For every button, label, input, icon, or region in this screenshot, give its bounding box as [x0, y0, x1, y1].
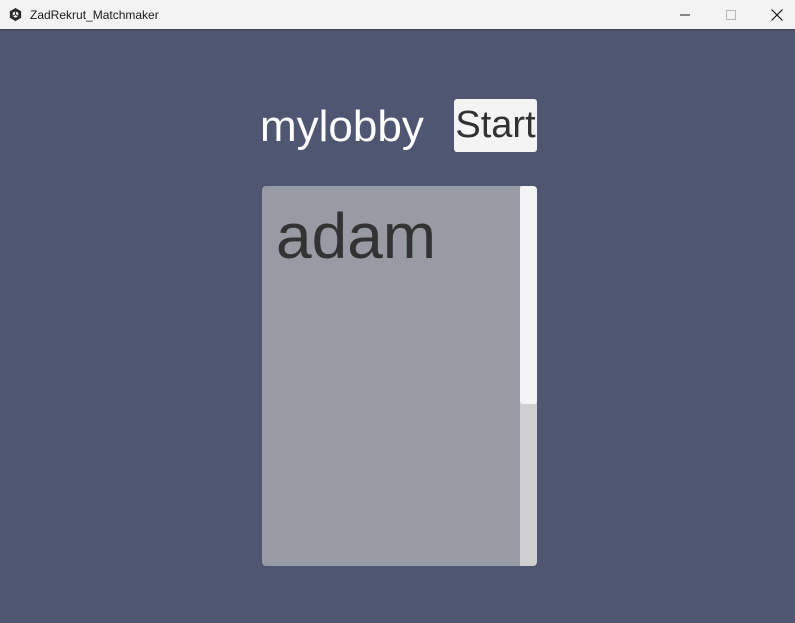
lobby-view: mylobby Start adam	[0, 30, 795, 623]
window-title: ZadRekrut_Matchmaker	[30, 8, 159, 22]
scrollbar-thumb[interactable]	[520, 186, 537, 404]
close-button[interactable]	[754, 0, 795, 29]
maximize-button[interactable]	[708, 0, 754, 29]
player-list[interactable]: adam	[262, 186, 537, 566]
vertical-scrollbar[interactable]	[520, 186, 537, 566]
app-window: ZadRekrut_Matchmaker mylobby Start adam	[0, 0, 795, 623]
minimize-button[interactable]	[662, 0, 708, 29]
lobby-name-label: mylobby	[260, 102, 424, 151]
start-button[interactable]: Start	[454, 99, 537, 152]
player-list-item: adam	[276, 200, 437, 272]
title-bar[interactable]: ZadRekrut_Matchmaker	[0, 0, 795, 30]
maximize-icon	[726, 9, 736, 20]
close-icon	[771, 8, 783, 21]
unity-app-icon	[9, 7, 22, 22]
minimize-icon	[680, 14, 690, 15]
